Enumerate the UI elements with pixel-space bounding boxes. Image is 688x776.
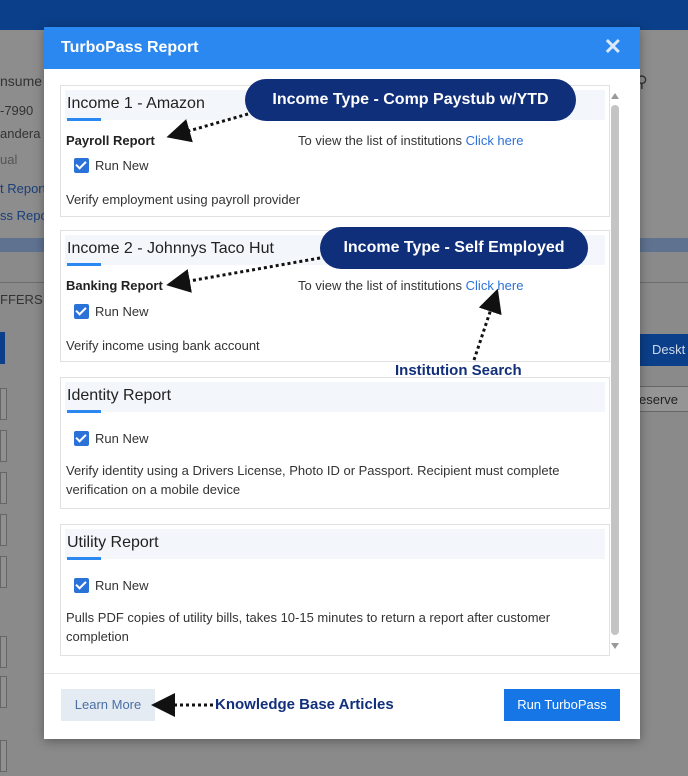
arrow-to-banking-report	[166, 256, 321, 293]
arrow-to-payroll-report	[166, 112, 249, 143]
institution-search-annotation: Institution Search	[395, 362, 522, 379]
income-type-self-employed-callout: Income Type - Self Employed	[320, 227, 588, 269]
knowledge-base-annotation: Knowledge Base Articles	[215, 696, 394, 713]
income-type-paystub-callout: Income Type - Comp Paystub w/YTD	[245, 79, 576, 121]
arrow-to-click-here	[472, 288, 502, 361]
